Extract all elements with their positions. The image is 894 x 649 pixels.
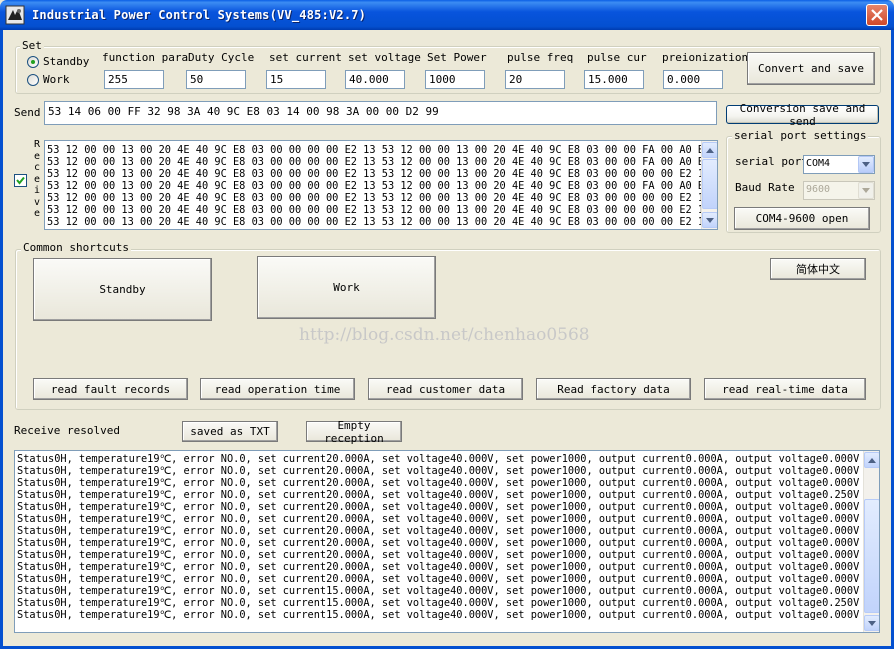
baud-rate-select[interactable]: 9600 [803,181,875,200]
read-fault-records-button[interactable]: read fault records [33,378,188,400]
serial-port-label: serial port [735,155,808,168]
title-bar[interactable]: Industrial Power Control Systems(VV_485:… [0,0,894,30]
baud-rate-label: Baud Rate [735,181,795,194]
set-power-input[interactable]: 1000 [425,70,485,89]
serial-port-value: COM4 [806,158,831,169]
receive-row: 53 12 00 00 13 00 20 4E 40 9C E8 03 00 0… [47,156,711,168]
work-radio[interactable] [27,74,39,86]
arrow-up-icon [706,147,714,153]
scroll-down-button[interactable] [864,615,879,631]
arrow-up-icon [868,457,876,463]
receive-scrollbar[interactable] [701,141,717,229]
convert-and-save-button[interactable]: Convert and save [747,52,875,85]
language-button[interactable]: 简体中文 [770,258,866,280]
resolved-row: Status0H, temperature19℃, error NO.0, se… [17,609,860,621]
resolved-row: Status0H, temperature19℃, error NO.0, se… [17,453,860,465]
set-current-input[interactable]: 15 [266,70,326,89]
standby-button[interactable]: Standby [33,258,212,321]
function-para-label: function para [102,51,189,64]
arrow-down-icon [868,620,876,626]
watermark-text: http://blog.csdn.net/chenhao0568 [299,325,590,345]
resolved-row: Status0H, temperature19℃, error NO.0, se… [17,561,860,573]
baud-rate-dropdown-button[interactable] [858,182,874,199]
open-port-button[interactable]: COM4-9600 open [734,207,870,230]
duty-cycle-input[interactable]: 50 [186,70,246,89]
set-voltage-input[interactable]: 40.000 [345,70,405,89]
resolved-scrollbar[interactable] [863,451,879,632]
set-group-label: Set [20,39,44,52]
window-title: Industrial Power Control Systems(VV_485:… [32,8,367,22]
baud-rate-value: 9600 [806,184,831,195]
read-customer-data-button[interactable]: read customer data [368,378,523,400]
resolved-row: Status0H, temperature19℃, error NO.0, se… [17,489,860,501]
pulse-cur-input[interactable]: 15.000 [584,70,644,89]
preionization-label: preionization [662,51,749,64]
close-icon [871,9,883,21]
close-button[interactable] [866,4,888,26]
resolved-row: Status0H, temperature19℃, error NO.0, se… [17,573,860,585]
check-icon [16,176,25,185]
resolved-row: Status0H, temperature19℃, error NO.0, se… [17,501,860,513]
receive-row: 53 12 00 00 13 00 20 4E 40 9C E8 03 00 0… [47,216,711,228]
app-icon [5,5,25,25]
empty-reception-button[interactable]: Empty reception [306,419,402,445]
standby-radio-label: Standby [43,55,90,68]
scroll-up-button[interactable] [702,142,717,158]
receive-vertical-label: R e c e i v e [33,139,41,219]
preionization-input[interactable]: 0.000 [663,70,723,89]
scroll-down-button[interactable] [702,212,717,228]
shortcuts-label: Common shortcuts [21,241,131,254]
read-realtime-data-button[interactable]: read real-time data [704,378,866,400]
receive-list[interactable]: 53 12 00 00 13 00 20 4E 40 9C E8 03 00 0… [44,140,718,230]
receive-row: 53 12 00 00 13 00 20 4E 40 9C E8 03 00 0… [47,144,711,156]
pulse-freq-label: pulse freq [507,51,574,64]
chevron-down-icon [862,188,870,193]
work-button[interactable]: Work [257,256,436,319]
function-para-input[interactable]: 255 [104,70,164,89]
scroll-thumb[interactable] [702,159,717,209]
serial-port-dropdown-button[interactable] [858,156,874,173]
resolved-row: Status0H, temperature19℃, error NO.0, se… [17,549,860,561]
receive-row: 53 12 00 00 13 00 20 4E 40 9C E8 03 00 0… [47,192,711,204]
read-factory-data-button[interactable]: Read factory data [536,378,691,400]
conversion-save-send-button[interactable]: Conversion save and send [726,102,879,128]
receive-checkbox[interactable] [14,174,27,187]
receive-resolved-label: Receive resolved [14,424,120,437]
resolved-row: Status0H, temperature19℃, error NO.0, se… [17,477,860,489]
scroll-thumb[interactable] [864,499,879,613]
chevron-down-icon [862,162,870,167]
standby-radio[interactable] [27,56,39,68]
serial-settings-label: serial port settings [732,129,869,142]
receive-row: 53 12 00 00 13 00 20 4E 40 9C E8 03 00 0… [47,168,711,180]
set-power-label: Set Power [427,51,487,64]
arrow-down-icon [706,217,714,223]
send-input[interactable]: 53 14 06 00 FF 32 98 3A 40 9C E8 03 14 0… [44,101,717,125]
read-operation-time-button[interactable]: read operation time [200,378,355,400]
duty-cycle-label: Duty Cycle [188,51,255,64]
save-as-txt-button[interactable]: saved as TXT [182,421,278,442]
pulse-freq-input[interactable]: 20 [505,70,565,89]
resolved-list[interactable]: Status0H, temperature19℃, error NO.0, se… [14,450,880,633]
scroll-up-button[interactable] [864,452,879,468]
resolved-row: Status0H, temperature19℃, error NO.0, se… [17,513,860,525]
pulse-cur-label: pulse cur [587,51,647,64]
resolved-row: Status0H, temperature19℃, error NO.0, se… [17,537,860,549]
resolved-row: Status0H, temperature19℃, error NO.0, se… [17,597,860,609]
send-label: Send [14,106,41,119]
set-current-label: set current [269,51,342,64]
work-radio-label: Work [43,73,70,86]
serial-port-select[interactable]: COM4 [803,155,875,174]
resolved-row: Status0H, temperature19℃, error NO.0, se… [17,525,860,537]
set-voltage-label: set voltage [348,51,421,64]
receive-row: 53 12 00 00 13 00 20 4E 40 9C E8 03 00 0… [47,180,711,192]
receive-row: 53 12 00 00 13 00 20 4E 40 9C E8 03 00 0… [47,204,711,216]
resolved-row: Status0H, temperature19℃, error NO.0, se… [17,585,860,597]
resolved-row: Status0H, temperature19℃, error NO.0, se… [17,465,860,477]
